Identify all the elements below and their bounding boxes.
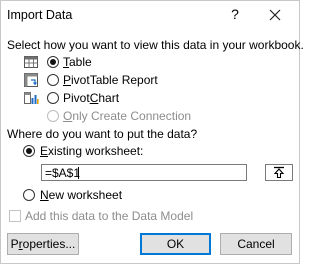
label-rest: nly Create Connection (72, 109, 192, 123)
table-icon (23, 54, 39, 70)
cancel-button[interactable]: Cancel (220, 233, 292, 255)
radio-new-worksheet[interactable] (23, 189, 35, 201)
cell-reference-value: =$A$1 (45, 166, 81, 180)
option-connection-label: Only Create Connection (63, 109, 191, 123)
radio-table[interactable] (47, 56, 59, 68)
label-prefix: P (10, 237, 19, 251)
label-rest: ew worksheet (48, 188, 123, 202)
import-data-dialog: Import Data ? Select how you want to vie… (0, 0, 304, 264)
radio-only-create-connection (47, 110, 59, 122)
text-caret (78, 167, 79, 179)
data-model-label: Add this data to the Data Model (25, 209, 194, 223)
collapse-dialog-button[interactable] (265, 164, 293, 181)
label-mnemonic: N (40, 188, 49, 202)
label-rest: xisting worksheet: (48, 144, 144, 158)
pivotchart-icon (23, 90, 39, 106)
label-rest: ivotTable Report (71, 73, 158, 87)
data-model-checkbox (9, 210, 21, 222)
view-prompt: Select how you want to view this data in… (7, 38, 304, 52)
collapse-arrow-icon (273, 166, 285, 179)
label-mnemonic: P (63, 73, 72, 87)
dialog-title: Import Data (7, 8, 73, 22)
label-rest: able (69, 55, 92, 69)
option-pivottable-label[interactable]: PivotTable Report (63, 73, 158, 87)
radio-pivotchart[interactable] (47, 92, 59, 104)
new-worksheet-label[interactable]: New worksheet (40, 188, 122, 202)
ok-button[interactable]: OK (140, 233, 211, 255)
label-rest: operties... (22, 237, 76, 251)
radio-existing-worksheet[interactable] (23, 145, 35, 157)
option-table-label[interactable]: Table (63, 55, 92, 69)
properties-button[interactable]: Properties... (7, 233, 79, 255)
existing-worksheet-label[interactable]: Existing worksheet: (40, 144, 143, 158)
label-mnemonic: E (40, 144, 49, 158)
radio-pivottable[interactable] (47, 74, 59, 86)
close-icon (269, 9, 281, 21)
title-bar: Import Data ? (1, 1, 299, 31)
pivottable-icon (23, 72, 39, 88)
option-pivotchart-label[interactable]: PivotChart (63, 91, 119, 105)
location-prompt: Where do you want to put the data? (7, 127, 198, 141)
label-prefix: Pivot (63, 91, 90, 105)
cell-reference-input[interactable]: =$A$1 (41, 164, 247, 181)
help-button[interactable]: ? (227, 6, 243, 24)
close-button[interactable] (265, 5, 285, 25)
label-mnemonic: O (63, 109, 73, 123)
label-rest: hart (98, 91, 120, 105)
